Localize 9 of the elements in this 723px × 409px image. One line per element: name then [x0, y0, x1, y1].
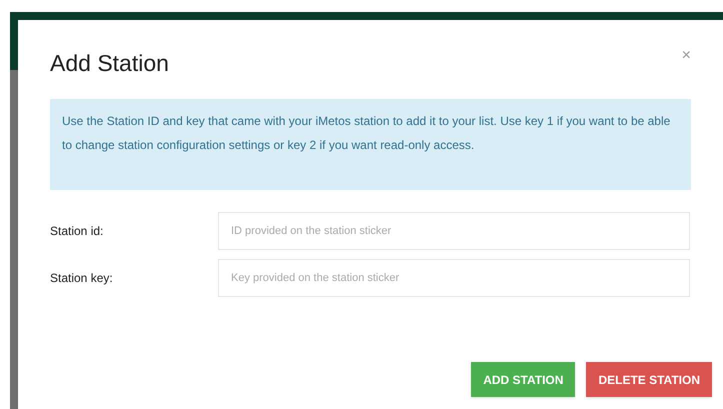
dialog-title: Add Station	[50, 49, 169, 78]
add-button[interactable]: ADD STATION	[471, 362, 576, 397]
input-field[interactable]: ID provided on the station sticker	[218, 212, 690, 250]
field-label: Station id:	[50, 222, 104, 240]
info-message: Use the Station ID and key that came with your iMetos station to add it to your list. Use key 1 if you want to be able to change station configuration settings or key 2 if you want read-only access.	[50, 98, 691, 190]
input-field[interactable]: Key provided on the station sticker	[218, 258, 690, 296]
close-button[interactable]: ×	[682, 44, 691, 68]
field-label: Station key:	[50, 270, 114, 286]
delete-button[interactable]: DELETE STATION	[586, 362, 712, 397]
